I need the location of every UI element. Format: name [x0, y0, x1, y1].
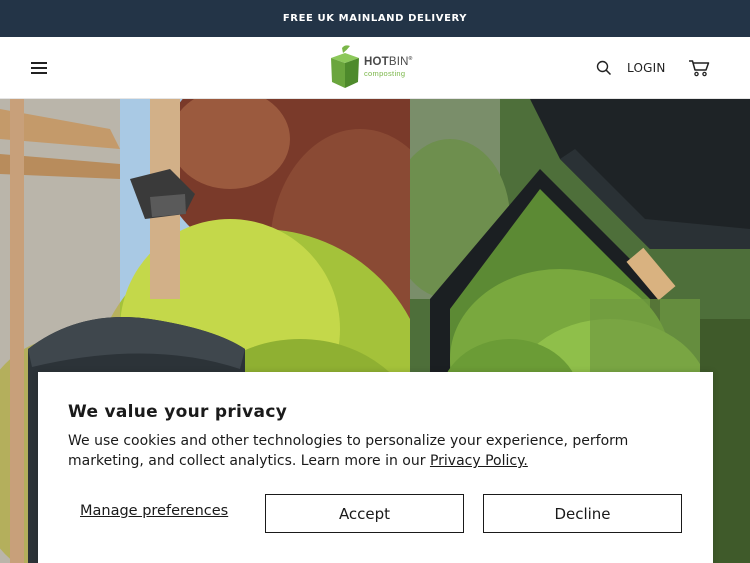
manage-preferences-link[interactable]: Manage preferences: [80, 503, 228, 519]
search-icon[interactable]: [596, 60, 612, 76]
accept-button[interactable]: Accept: [265, 494, 464, 533]
cookie-consent-banner: We value your privacy We use cookies and…: [38, 372, 713, 563]
logo-tagline: composting: [364, 68, 406, 78]
announcement-bar: FREE UK MAINLAND DELIVERY: [0, 0, 750, 37]
logo[interactable]: HOTBIN® composting: [329, 44, 429, 90]
cookie-body-text: We use cookies and other technologies to…: [68, 433, 629, 469]
logo-name: HOTBIN®: [364, 56, 413, 68]
cookie-title: We value your privacy: [68, 402, 288, 422]
hotbin-logo-icon: [331, 45, 359, 88]
login-link[interactable]: LOGIN: [627, 61, 666, 75]
privacy-policy-link[interactable]: Privacy Policy.: [430, 453, 528, 469]
decline-button[interactable]: Decline: [483, 494, 682, 533]
cart-icon[interactable]: [688, 59, 710, 77]
cookie-body: We use cookies and other technologies to…: [68, 431, 688, 471]
announcement-text: FREE UK MAINLAND DELIVERY: [282, 13, 468, 24]
hamburger-menu-icon[interactable]: [31, 61, 47, 75]
site-header: HOTBIN® composting LOGIN: [0, 37, 750, 99]
